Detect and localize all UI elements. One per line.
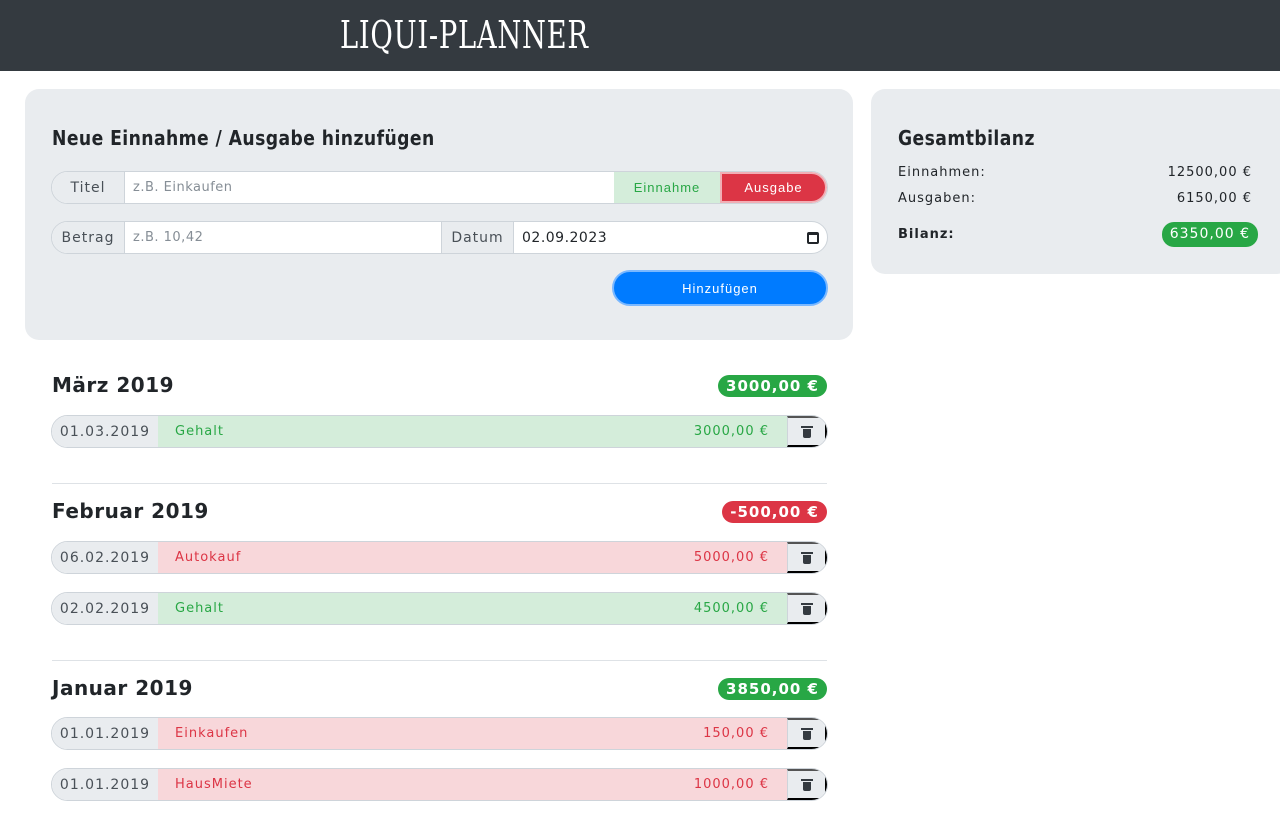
income-total: 12500,00 € bbox=[1167, 165, 1252, 180]
month-divider bbox=[52, 483, 827, 484]
entry-row: 01.01.2019 Einkaufen 150,00 € bbox=[51, 717, 828, 750]
entry-amount: 5000,00 € bbox=[693, 550, 769, 565]
balance-label: Bilanz: bbox=[898, 227, 955, 242]
entry-date: 01.01.2019 bbox=[52, 769, 158, 800]
income-label: Einnahmen: bbox=[898, 165, 986, 180]
amount-label: Betrag bbox=[52, 222, 125, 253]
delete-entry-button[interactable] bbox=[787, 718, 827, 749]
entry-title: Gehalt bbox=[175, 424, 224, 439]
entry-body: Gehalt 4500,00 € bbox=[158, 593, 787, 624]
month-title: Februar 2019 bbox=[52, 499, 209, 523]
brand-logo[interactable]: LIQUI-PLANNER bbox=[340, 8, 589, 62]
amount-input[interactable] bbox=[125, 222, 441, 253]
date-input[interactable]: 02.09.2023 bbox=[514, 222, 827, 253]
calendar-icon[interactable] bbox=[807, 231, 819, 244]
delete-entry-button[interactable] bbox=[787, 416, 827, 447]
entry-row: 01.01.2019 HausMiete 1000,00 € bbox=[51, 768, 828, 801]
delete-entry-button[interactable] bbox=[787, 542, 827, 573]
income-toggle-button[interactable]: Einnahme bbox=[614, 172, 720, 203]
entry-row: 06.02.2019 Autokauf 5000,00 € bbox=[51, 541, 828, 574]
add-button[interactable]: Hinzufügen bbox=[612, 270, 828, 306]
entry-date: 01.03.2019 bbox=[52, 416, 158, 447]
balance-badge: 6350,00 € bbox=[1161, 222, 1258, 247]
entry-row: 02.02.2019 Gehalt 4500,00 € bbox=[51, 592, 828, 625]
trash-icon bbox=[800, 778, 813, 791]
entry-body: Gehalt 3000,00 € bbox=[158, 416, 787, 447]
trash-icon bbox=[800, 425, 813, 438]
expense-label: Ausgaben: bbox=[898, 191, 976, 206]
title-label: Titel bbox=[52, 172, 125, 203]
date-value: 02.09.2023 bbox=[522, 229, 608, 246]
amount-date-input-group: Betrag Datum 02.09.2023 bbox=[51, 221, 828, 254]
entry-body: Einkaufen 150,00 € bbox=[158, 718, 787, 749]
entry-body: Autokauf 5000,00 € bbox=[158, 542, 787, 573]
entry-title: HausMiete bbox=[175, 777, 253, 792]
entry-amount: 4500,00 € bbox=[693, 601, 769, 616]
title-input-group: Titel Einnahme Ausgabe bbox=[51, 171, 828, 204]
entry-amount: 3000,00 € bbox=[693, 424, 769, 439]
month-total-badge: 3850,00 € bbox=[718, 678, 827, 700]
trash-icon bbox=[800, 727, 813, 740]
month-total-badge: -500,00 € bbox=[722, 501, 827, 523]
month-title: Januar 2019 bbox=[52, 676, 193, 700]
entry-amount: 150,00 € bbox=[703, 726, 769, 741]
delete-entry-button[interactable] bbox=[787, 593, 827, 624]
delete-entry-button[interactable] bbox=[787, 769, 827, 800]
entry-body: HausMiete 1000,00 € bbox=[158, 769, 787, 800]
entry-amount: 1000,00 € bbox=[693, 777, 769, 792]
entry-title: Autokauf bbox=[175, 550, 242, 565]
form-title: Neue Einnahme / Ausgabe hinzufügen bbox=[52, 126, 435, 150]
summary-balance-row: Bilanz: 6350,00 € bbox=[898, 222, 1258, 247]
entry-title: Einkaufen bbox=[175, 726, 249, 741]
trash-icon bbox=[800, 602, 813, 615]
entry-title: Gehalt bbox=[175, 601, 224, 616]
month-divider bbox=[52, 660, 827, 661]
summary-income-row: Einnahmen: 12500,00 € bbox=[898, 165, 1258, 180]
expense-total: 6150,00 € bbox=[1176, 191, 1252, 206]
summary-title: Gesamtbilanz bbox=[898, 126, 1035, 150]
title-input[interactable] bbox=[125, 172, 614, 203]
summary-expense-row: Ausgaben: 6150,00 € bbox=[898, 191, 1258, 206]
top-navbar: LIQUI-PLANNER bbox=[0, 0, 1280, 71]
month-title: März 2019 bbox=[52, 373, 175, 397]
month-total-badge: 3000,00 € bbox=[718, 375, 827, 397]
date-label: Datum bbox=[441, 222, 514, 253]
entry-date: 06.02.2019 bbox=[52, 542, 158, 573]
entry-date: 02.02.2019 bbox=[52, 593, 158, 624]
trash-icon bbox=[800, 551, 813, 564]
entry-row: 01.03.2019 Gehalt 3000,00 € bbox=[51, 415, 828, 448]
expense-toggle-button[interactable]: Ausgabe bbox=[720, 172, 827, 203]
entry-date: 01.01.2019 bbox=[52, 718, 158, 749]
